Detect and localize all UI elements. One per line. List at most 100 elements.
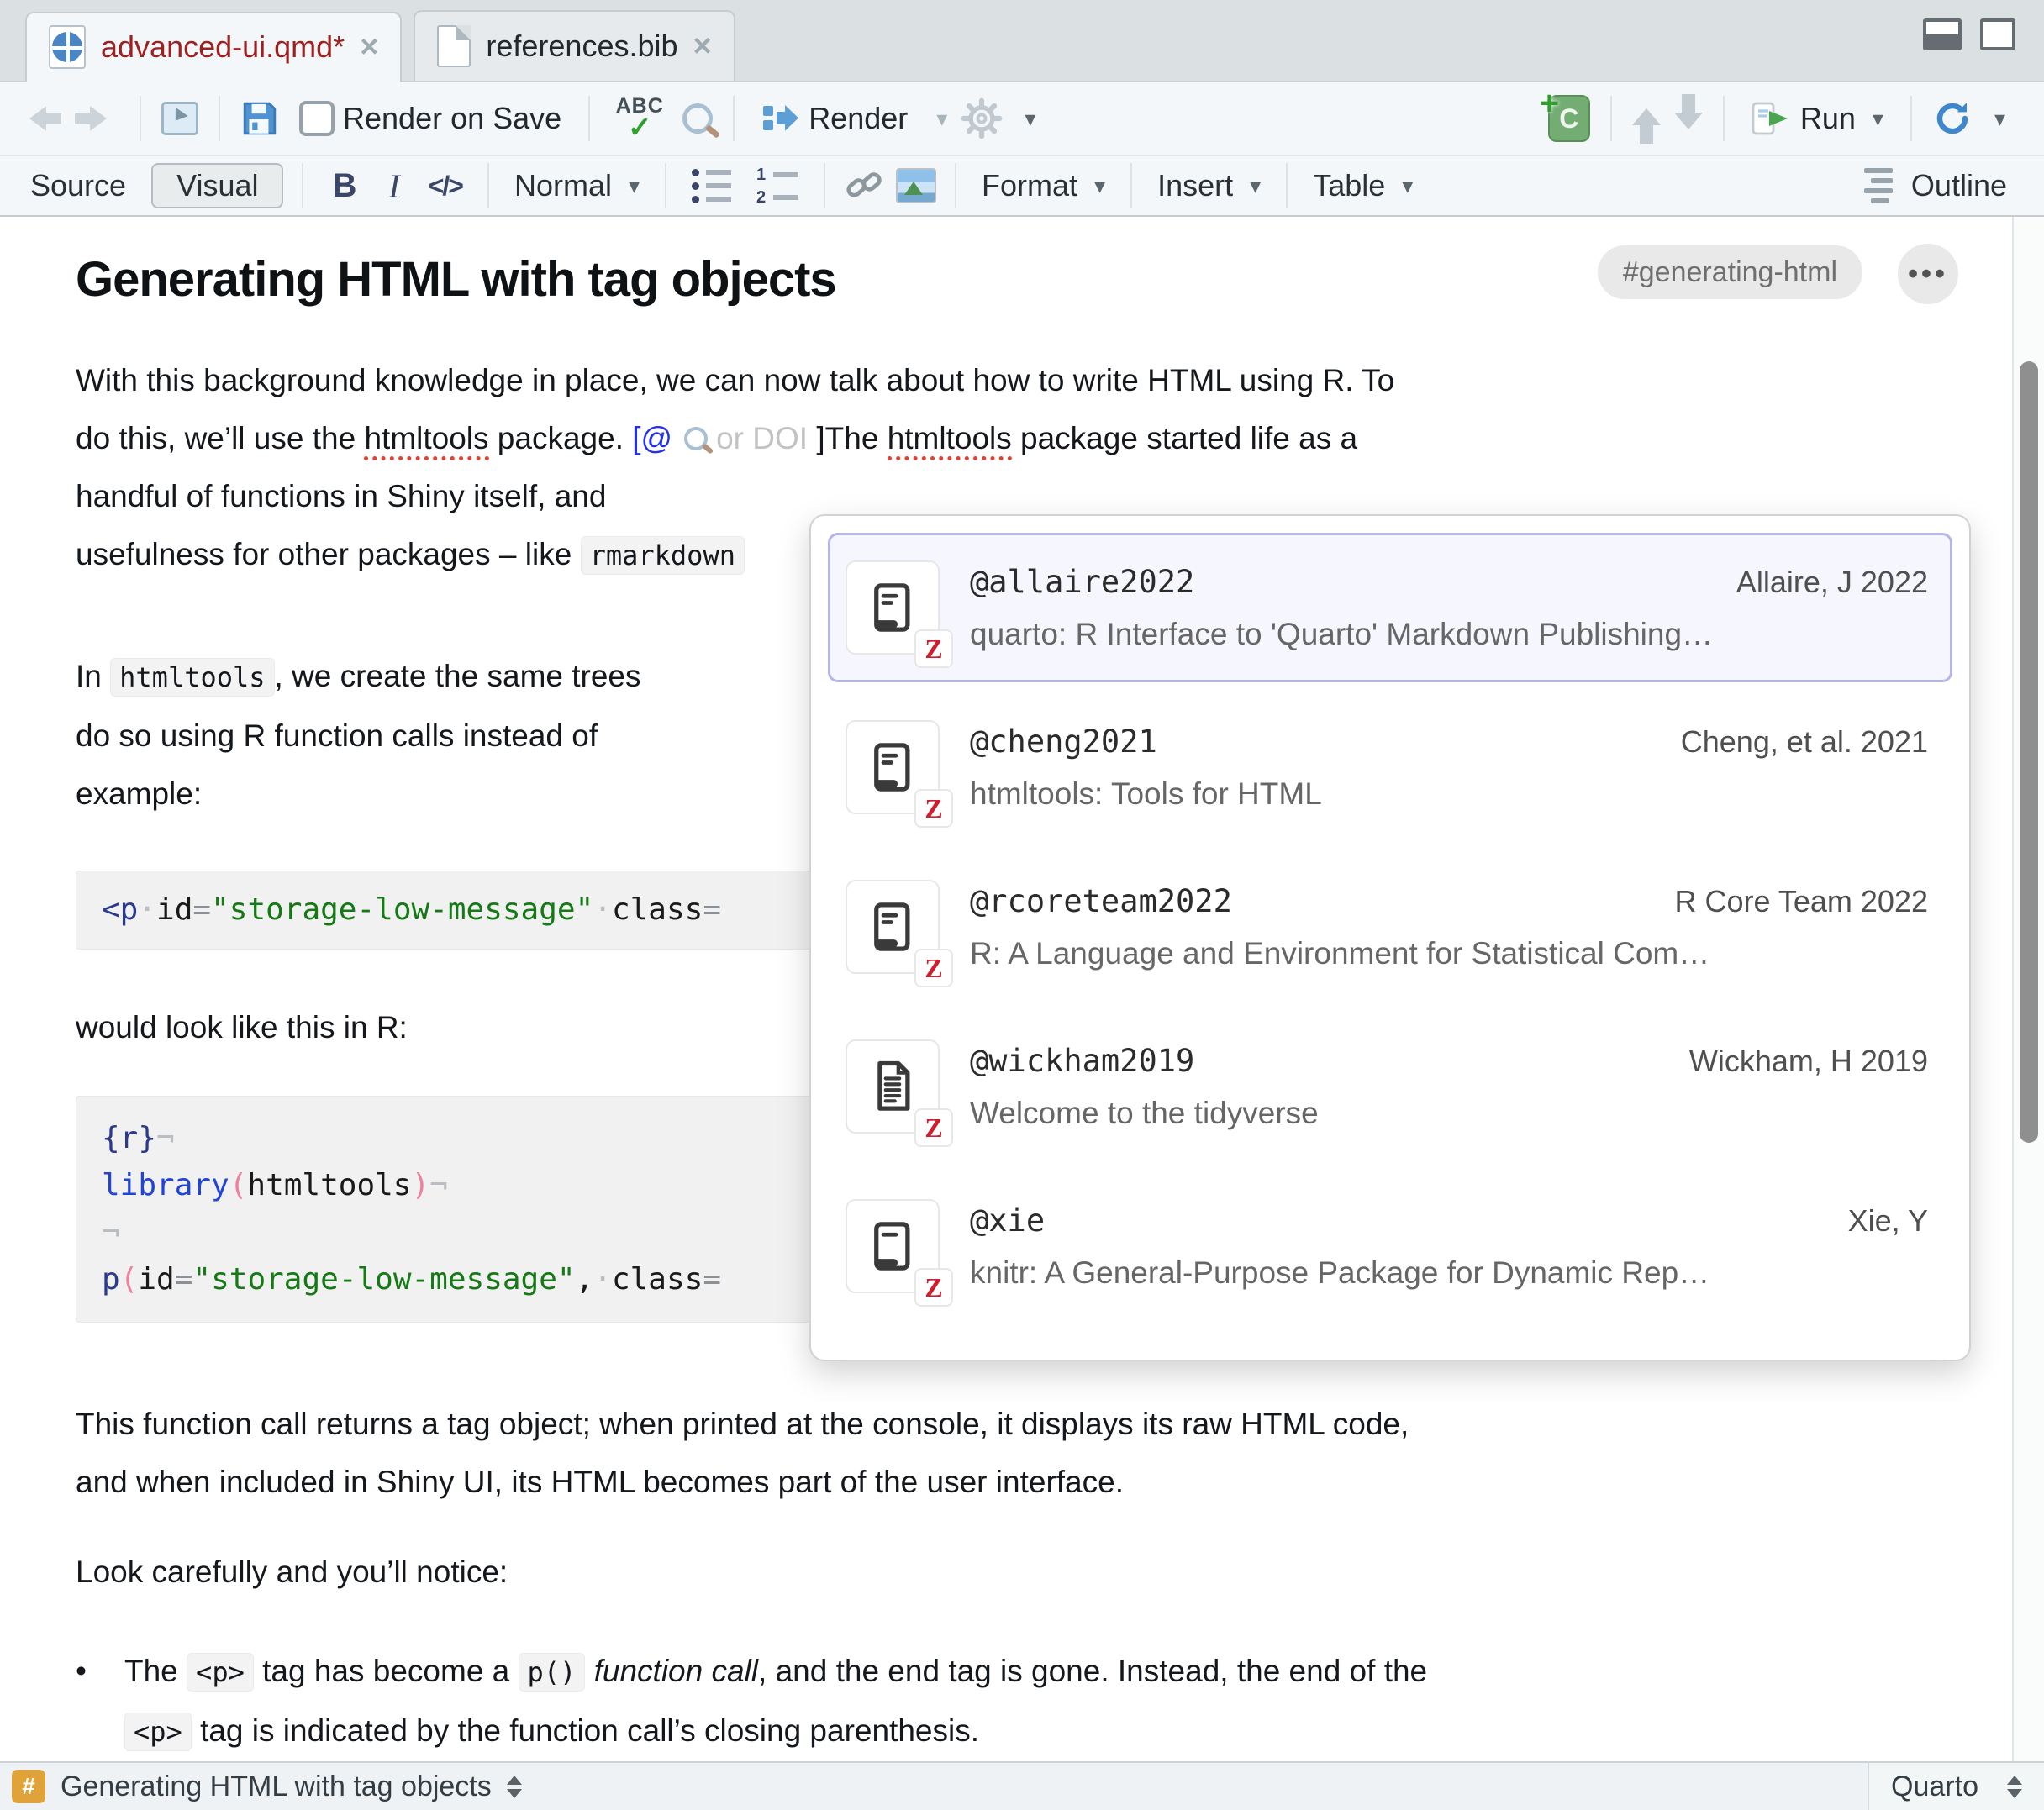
zotero-icon: Z <box>914 789 953 828</box>
table-menu-label: Table <box>1313 168 1385 203</box>
back-icon[interactable] <box>17 106 61 131</box>
divider <box>955 163 956 208</box>
paragraph-line: The <p> tag has become a p() function ca… <box>124 1642 1427 1702</box>
paragraph-line: Look carefully and you’ll notice: <box>76 1543 1915 1601</box>
link-icon[interactable] <box>844 166 884 206</box>
visual-editor-toolbar: Source Visual B I </> Normal ▾ 1 2 Forma… <box>0 156 2044 217</box>
citation-item-wickham2019[interactable]: Z @wickham2019 Wickham, H 2019 Welcome t… <box>828 1012 1952 1161</box>
divider <box>302 163 303 208</box>
run-dropdown-icon[interactable]: ▾ <box>1873 106 1883 132</box>
section-anchor-badge: #generating-html <box>1598 245 1862 299</box>
search-icon[interactable] <box>682 103 713 134</box>
citation-id: @rcoreteam2022 <box>970 883 1232 919</box>
tab-advanced-ui-qmd[interactable]: advanced-ui.qmd* × <box>25 12 402 82</box>
divider <box>733 96 735 141</box>
section-options-button[interactable]: ••• <box>1898 244 1958 304</box>
gear-dropdown-icon[interactable]: ▾ <box>1025 106 1035 132</box>
source-mode-button[interactable]: Source <box>8 168 140 203</box>
inline-code: htmltools <box>110 658 274 697</box>
code-format-button[interactable]: </> <box>422 171 469 202</box>
outline-label: Outline <box>1911 168 2007 203</box>
next-chunk-icon[interactable] <box>1674 94 1703 144</box>
divider <box>1910 96 1912 141</box>
citation-author: Xie, Y <box>1848 1203 1928 1239</box>
render-icon <box>761 102 800 135</box>
render-dropdown-icon[interactable]: ▾ <box>936 106 947 132</box>
table-menu[interactable]: Table ▾ <box>1306 163 1420 208</box>
forward-icon[interactable] <box>75 106 119 131</box>
article-icon: Z <box>846 1039 940 1134</box>
numbered-list-icon[interactable]: 1 2 <box>750 166 805 206</box>
render-label: Render <box>809 101 908 136</box>
paragraph-style-dropdown[interactable]: Normal ▾ <box>508 163 646 208</box>
citation-id: @allaire2022 <box>970 564 1194 600</box>
bullet-marker: • <box>76 1642 124 1761</box>
citation-item-cheng2021[interactable]: Z @cheng2021 Cheng, et al. 2021 htmltool… <box>828 692 1952 842</box>
citation-title: Welcome to the tidyverse <box>970 1096 1928 1131</box>
spellcheck-icon[interactable]: ABC✓ <box>610 96 669 142</box>
section-navigator[interactable]: Generating HTML with tag objects <box>61 1771 492 1803</box>
citation-author: Wickham, H 2019 <box>1689 1044 1928 1079</box>
render-on-save-checkbox[interactable] <box>299 101 335 136</box>
divider <box>219 96 220 141</box>
citation-field-start[interactable]: [@ <box>632 421 672 455</box>
document-mode-selector[interactable]: Quarto <box>1868 1763 2044 1810</box>
format-menu[interactable]: Format ▾ <box>975 163 1112 208</box>
insert-menu-label: Insert <box>1157 168 1233 203</box>
close-icon[interactable]: × <box>360 31 378 63</box>
citation-item-xie[interactable]: Z @xie Xie, Y knitr: A General-Purpose P… <box>828 1171 1952 1321</box>
list-item: • The <p> tag has become a p() function … <box>76 1642 1915 1761</box>
tab-references-bib[interactable]: references.bib × <box>414 10 735 81</box>
save-icon[interactable] <box>240 99 279 138</box>
tab-label: advanced-ui.qmd* <box>101 29 345 65</box>
pane-minimize-icon[interactable] <box>1923 18 1962 50</box>
run-label: Run <box>1800 101 1856 136</box>
paragraph-line: and when included in Shiny UI, its HTML … <box>76 1453 1915 1511</box>
citation-id: @cheng2021 <box>970 723 1157 760</box>
book-icon: Z <box>846 720 940 814</box>
mode-label: Quarto <box>1891 1771 1978 1803</box>
italic-button[interactable]: I <box>378 166 409 206</box>
close-icon[interactable]: × <box>693 30 712 62</box>
citation-title: R: A Language and Environment for Statis… <box>970 936 1928 971</box>
editor-tab-bar: advanced-ui.qmd* × references.bib × <box>0 0 2044 82</box>
image-icon[interactable] <box>896 168 936 203</box>
visual-mode-button[interactable]: Visual <box>151 163 283 208</box>
rerun-dropdown-icon[interactable]: ▾ <box>1994 106 2005 132</box>
run-button[interactable]: Run ▾ <box>1745 95 1890 142</box>
paragraph-style-label: Normal <box>514 168 612 203</box>
citation-item-rcoreteam2022[interactable]: Z @rcoreteam2022 R Core Team 2022 R: A L… <box>828 852 1952 1002</box>
render-button[interactable]: Render <box>755 96 914 141</box>
previous-chunk-icon[interactable] <box>1632 94 1661 144</box>
citation-id: @wickham2019 <box>970 1043 1194 1079</box>
divider <box>665 163 666 208</box>
gear-icon[interactable] <box>961 97 1003 139</box>
divider <box>588 96 590 141</box>
divider <box>487 163 489 208</box>
inline-code: <p> <box>187 1653 254 1692</box>
rerun-source-icon[interactable] <box>1932 98 1973 139</box>
quarto-file-icon <box>49 25 86 69</box>
insert-menu[interactable]: Insert ▾ <box>1151 163 1267 208</box>
open-in-new-window-icon[interactable] <box>161 102 198 135</box>
scrollbar-thumb[interactable] <box>2020 361 2038 1143</box>
vertical-scrollbar[interactable] <box>2012 217 2044 1761</box>
section-selector-arrows-icon[interactable] <box>507 1768 522 1806</box>
search-icon <box>684 427 708 450</box>
spellcheck-underline: htmltools <box>364 421 488 460</box>
tab-label: references.bib <box>486 29 677 64</box>
format-menu-label: Format <box>982 168 1077 203</box>
citation-author: Allaire, J 2022 <box>1736 565 1928 600</box>
section-hash-icon: # <box>12 1770 45 1803</box>
book-icon: Z <box>846 560 940 655</box>
bold-button[interactable]: B <box>322 167 366 205</box>
citation-title: quarto: R Interface to 'Quarto' Markdown… <box>970 617 1928 652</box>
render-on-save-label: Render on Save <box>343 101 561 136</box>
bullet-list-icon[interactable] <box>685 169 738 203</box>
citation-item-allaire2022[interactable]: Z @allaire2022 Allaire, J 2022 quarto: R… <box>828 533 1952 682</box>
outline-toggle[interactable]: Outline <box>1857 163 2014 208</box>
mode-selector-arrows-icon <box>2007 1768 2022 1806</box>
insert-chunk-icon[interactable]: C <box>1548 95 1590 142</box>
pane-maximize-icon[interactable] <box>1980 18 2015 50</box>
divider <box>1610 96 1612 141</box>
